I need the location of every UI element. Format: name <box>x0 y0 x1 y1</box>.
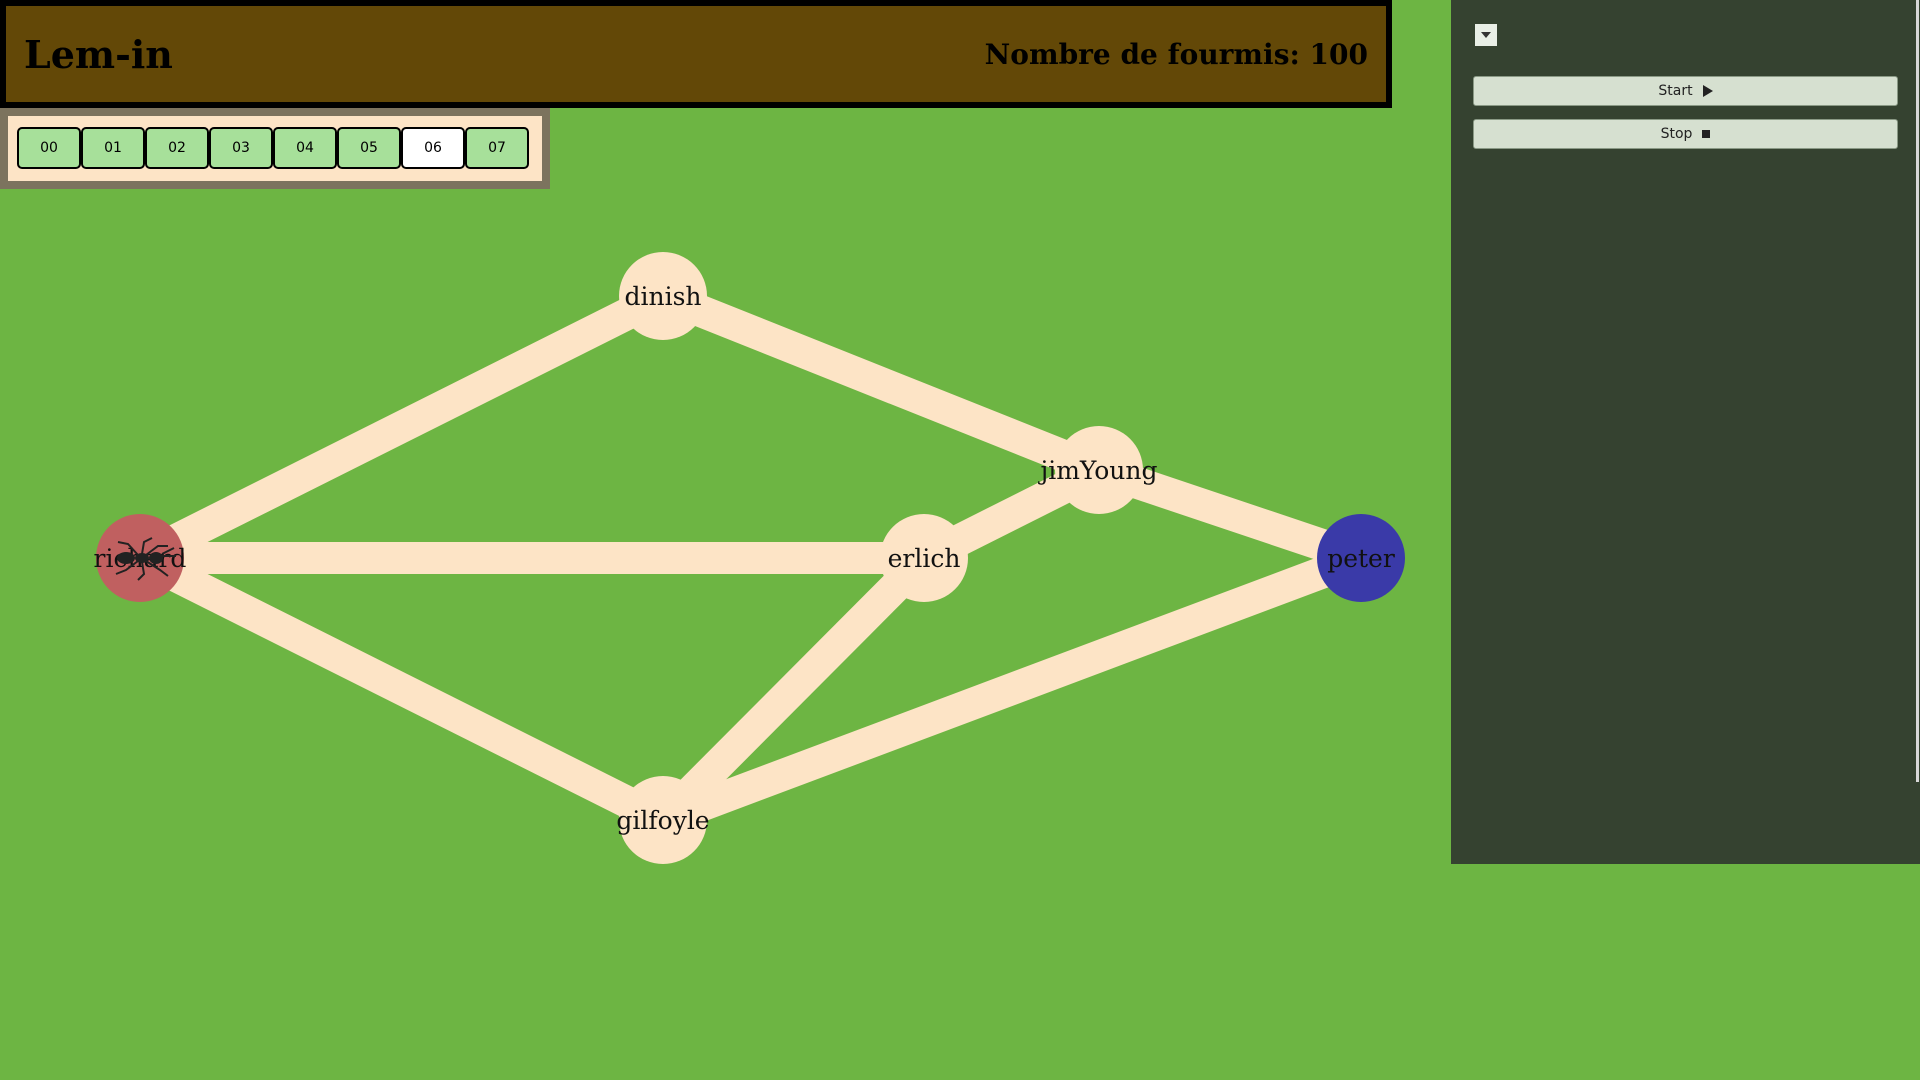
room-label-jimYoung: jimYoung <box>1037 456 1157 485</box>
app-title: Lem-in <box>24 31 173 77</box>
map-tab-02[interactable]: 02 <box>145 127 209 169</box>
play-icon <box>1702 85 1713 97</box>
control-panel: Start Stop <box>1451 0 1920 864</box>
scrollbar[interactable] <box>1916 0 1919 782</box>
room-label-dinish: dinish <box>624 282 701 311</box>
map-tab-05[interactable]: 05 <box>337 127 401 169</box>
ant-count: Nombre de fourmis: 100 <box>984 37 1368 71</box>
room-label-gilfoyle: gilfoyle <box>616 806 709 835</box>
start-button[interactable]: Start <box>1473 76 1898 106</box>
map-tab-03[interactable]: 03 <box>209 127 273 169</box>
link-gilfoyle-peter <box>657 543 1367 835</box>
link-dinish-jimYoung <box>657 281 1105 485</box>
link-richard-dinish <box>132 281 671 573</box>
map-tab-list: 00 01 02 03 04 05 06 07 <box>8 116 542 181</box>
stop-button[interactable]: Stop <box>1473 119 1898 149</box>
collapse-toggle[interactable] <box>1475 24 1497 46</box>
start-label: Start <box>1658 83 1693 99</box>
link-richard-gilfoyle <box>132 543 671 835</box>
map-tab-00[interactable]: 00 <box>17 127 81 169</box>
map-tab-07[interactable]: 07 <box>465 127 529 169</box>
room-label-erlich: erlich <box>888 544 961 573</box>
stop-icon <box>1702 130 1711 138</box>
map-tab-01[interactable]: 01 <box>81 127 145 169</box>
map-tab-04[interactable]: 04 <box>273 127 337 169</box>
app-header: Lem-in Nombre de fourmis: 100 <box>0 0 1392 108</box>
room-label-peter: peter <box>1327 544 1395 573</box>
map-selector: 00 01 02 03 04 05 06 07 <box>0 108 550 189</box>
chevron-down-icon <box>1481 32 1491 38</box>
map-tab-06[interactable]: 06 <box>401 127 465 169</box>
stop-label: Stop <box>1660 126 1693 142</box>
